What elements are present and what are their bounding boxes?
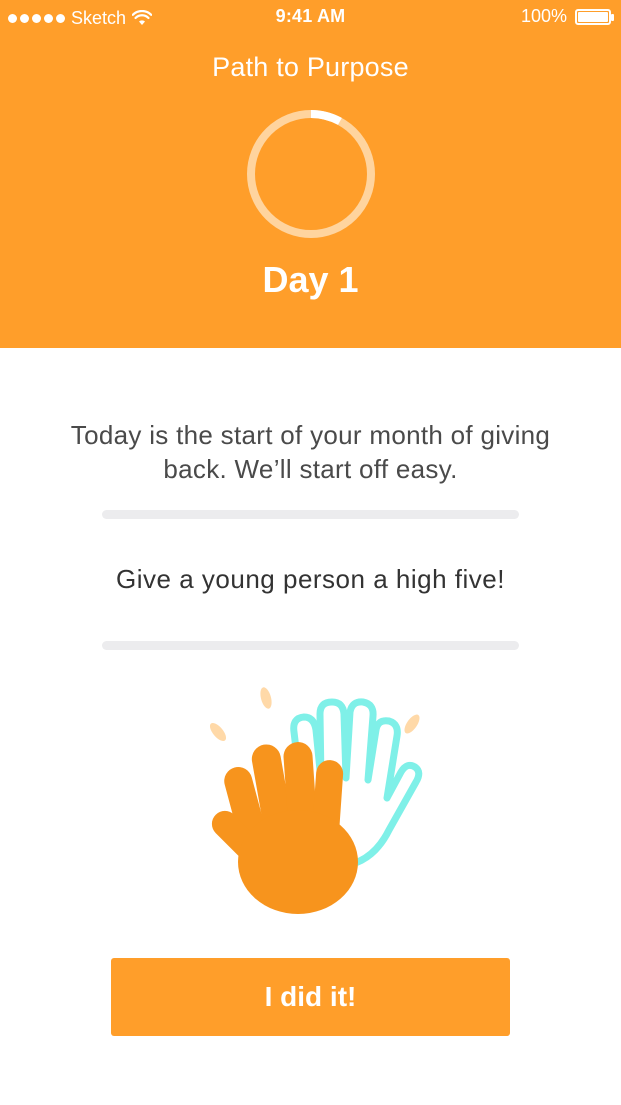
spark-icon-top [260,687,272,709]
high-five-illustration [209,687,423,914]
battery-percent: 100% [520,6,567,26]
filled-hand-icon [211,742,358,914]
battery-icon [575,8,614,25]
divider-top [102,510,519,519]
challenge-text: Give a young person a high five! [116,564,505,594]
status-bar: Sketch 9:41 AM 100% [0,0,621,36]
divider-bottom [102,641,519,650]
progress-ring [247,110,375,238]
progress-track [247,110,375,238]
intro-text: Today is the start of your month of givi… [70,420,551,484]
battery-level [578,11,608,22]
day-label: Day 1 [262,259,359,300]
spark-icon-left [209,722,227,742]
status-battery-group: 100% [520,6,614,27]
i-did-it-button[interactable]: I did it! [111,958,510,1036]
app-title: Path to Purpose [212,52,409,82]
spark-icon-right [404,714,420,734]
header: Sketch 9:41 AM 100% Path to Purpose Day … [0,0,621,348]
